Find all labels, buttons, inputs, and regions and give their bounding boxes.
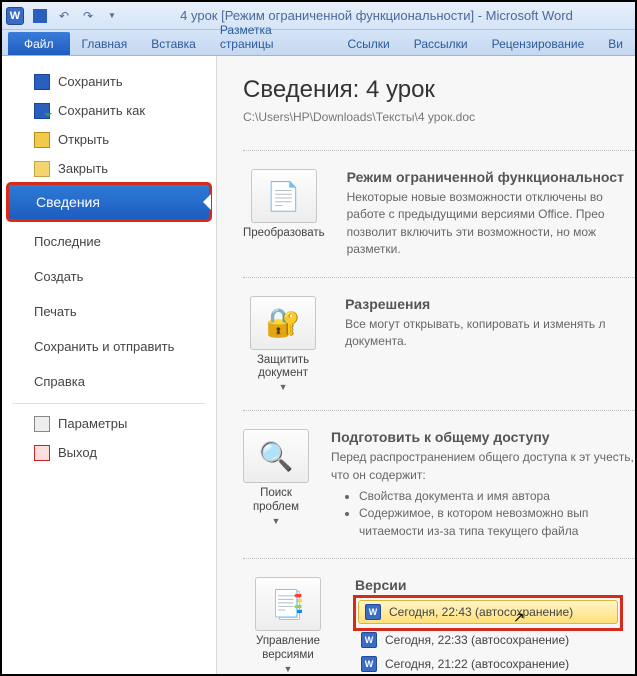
highlighted-version: W Сегодня, 22:43 (автосохранение) (355, 597, 621, 629)
tab-references[interactable]: Ссылки (336, 32, 402, 55)
tab-home[interactable]: Главная (70, 32, 140, 55)
section-heading: Подготовить к общему доступу (331, 429, 635, 445)
qat-redo-icon[interactable]: ↷ (78, 6, 98, 26)
document-path: C:\Users\HP\Downloads\Тексты\4 урок.doc (243, 110, 635, 124)
sidebar-label: Сохранить и отправить (34, 339, 174, 354)
tab-file[interactable]: Файл (8, 32, 70, 55)
tab-review[interactable]: Рецензирование (480, 32, 597, 55)
version-label: Сегодня, 22:43 (автосохранение) (389, 605, 573, 619)
sidebar-item-exit[interactable]: Выход (2, 439, 216, 466)
button-label: Управление версиями (243, 635, 333, 663)
backstage-sidebar: Сохранить Сохранить как Открыть Закрыть … (2, 56, 217, 674)
sidebar-label: Закрыть (58, 161, 108, 176)
sidebar-label: Открыть (58, 132, 109, 147)
version-item[interactable]: W Сегодня, 22:33 (автосохранение) (355, 629, 615, 651)
sidebar-label: Параметры (58, 416, 127, 431)
quick-access-toolbar: ↶ ↷ ▼ (30, 6, 122, 26)
sidebar-label: Справка (34, 374, 85, 389)
version-label: Сегодня, 22:33 (автосохранение) (385, 633, 569, 647)
word-doc-icon: W (361, 656, 377, 672)
section-text: Все могут открывать, копировать и изменя… (345, 316, 635, 351)
sidebar-label: Сохранить (58, 74, 123, 89)
sidebar-item-new[interactable]: Создать (2, 263, 216, 290)
sidebar-item-saveas[interactable]: Сохранить как (2, 97, 216, 124)
ribbon-tabs: Файл Главная Вставка Разметка страницы С… (2, 30, 635, 56)
sidebar-item-help[interactable]: Справка (2, 368, 216, 395)
convert-icon: 📄 (266, 180, 301, 213)
qat-undo-icon[interactable]: ↶ (54, 6, 74, 26)
word-doc-icon: W (361, 632, 377, 648)
qat-dropdown-icon[interactable]: ▼ (102, 6, 122, 26)
button-label: Поиск проблем (243, 487, 309, 515)
backstage-main: Сведения: 4 урок C:\Users\HP\Downloads\Т… (217, 56, 635, 674)
dropdown-icon: ▼ (243, 382, 323, 392)
sidebar-item-print[interactable]: Печать (2, 298, 216, 325)
sidebar-label: Создать (34, 269, 83, 284)
sidebar-separator (12, 403, 206, 404)
tab-insert[interactable]: Вставка (139, 32, 208, 55)
tab-mailings[interactable]: Рассылки (402, 32, 480, 55)
exit-icon (34, 445, 50, 461)
save-icon (34, 74, 50, 90)
version-item[interactable]: W Сегодня, 21:22 (автосохранение) (355, 653, 615, 674)
convert-button[interactable]: 📄 Преобразовать (243, 169, 325, 259)
dropdown-icon: ▼ (243, 664, 333, 674)
word-app-icon: W (6, 7, 24, 25)
version-item[interactable]: W Сегодня, 22:43 (автосохранение) (358, 600, 618, 624)
close-folder-icon (34, 161, 50, 177)
sidebar-label: Сведения (36, 194, 100, 210)
section-heading: Разрешения (345, 296, 635, 312)
versions-icon: 📑 (271, 588, 306, 621)
sidebar-item-save[interactable]: Сохранить (2, 68, 216, 95)
list-item: Содержимое, в котором невозможно вып чит… (359, 505, 635, 540)
sidebar-item-recent[interactable]: Последние (2, 228, 216, 255)
tab-view[interactable]: Ви (596, 32, 635, 55)
page-title: Сведения: 4 урок (243, 76, 635, 104)
word-doc-icon: W (365, 604, 381, 620)
section-text: Перед распространением общего доступа к … (331, 449, 635, 484)
protect-document-button[interactable]: 🔐 Защитить документ ▼ (243, 296, 323, 393)
inspect-icon: 🔍 (259, 440, 294, 473)
open-folder-icon (34, 132, 50, 148)
button-label: Защитить документ (243, 354, 323, 382)
sidebar-item-share[interactable]: Сохранить и отправить (2, 333, 216, 360)
dropdown-icon: ▼ (243, 516, 309, 526)
section-text: Некоторые новые возможности отключены во… (347, 189, 635, 259)
saveas-icon (34, 103, 50, 119)
list-item: Свойства документа и имя автора (359, 488, 635, 505)
sidebar-item-info[interactable]: Сведения (8, 184, 210, 220)
sidebar-item-open[interactable]: Открыть (2, 126, 216, 153)
sidebar-item-close[interactable]: Закрыть (2, 155, 216, 182)
window-title: 4 урок [Режим ограниченной функционально… (122, 8, 631, 23)
tab-layout[interactable]: Разметка страницы (208, 18, 336, 55)
lock-icon: 🔐 (266, 306, 301, 339)
section-heading: Версии (355, 577, 621, 593)
qat-save-icon[interactable] (30, 6, 50, 26)
sidebar-label: Выход (58, 445, 97, 460)
section-heading: Режим ограниченной функциональност (347, 169, 635, 185)
version-label: Сегодня, 21:22 (автосохранение) (385, 657, 569, 671)
sidebar-label: Печать (34, 304, 77, 319)
button-label: Преобразовать (243, 227, 325, 241)
check-issues-button[interactable]: 🔍 Поиск проблем ▼ (243, 429, 309, 540)
options-icon (34, 416, 50, 432)
manage-versions-button[interactable]: 📑 Управление версиями ▼ (243, 577, 333, 674)
sidebar-item-options[interactable]: Параметры (2, 410, 216, 437)
sidebar-label: Последние (34, 234, 101, 249)
sidebar-label: Сохранить как (58, 103, 145, 118)
